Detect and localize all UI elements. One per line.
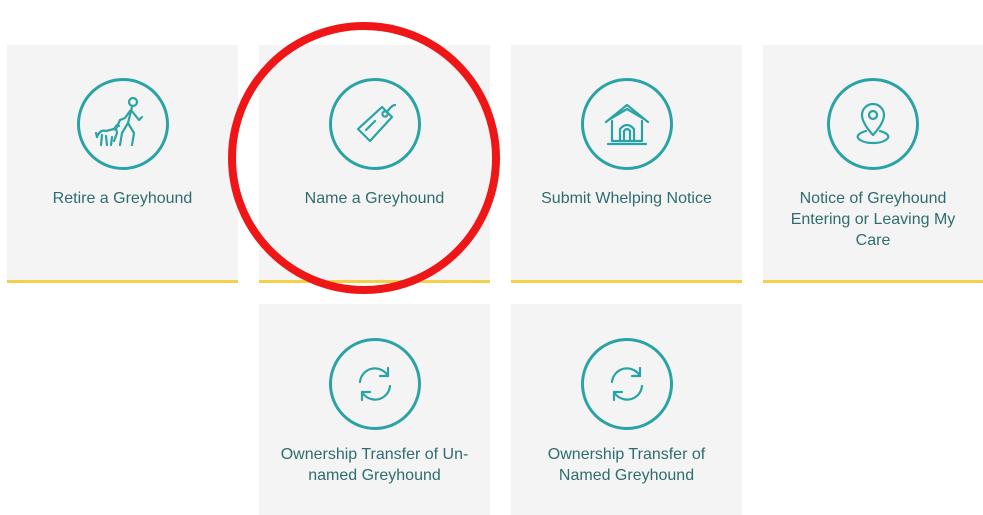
- service-tiles-page: Retire a Greyhound Name a Greyhound Subm…: [0, 0, 983, 515]
- tile-submit-whelping-notice[interactable]: Submit Whelping Notice: [511, 45, 742, 283]
- tile-label: Ownership Transfer of Un-named Greyhound: [280, 446, 469, 484]
- tile-label: Ownership Transfer of Named Greyhound: [547, 446, 706, 484]
- tile-transfer-unnamed-greyhound[interactable]: Ownership Transfer of Un-named Greyhound: [259, 304, 490, 515]
- tile-label: Notice of Greyhound Entering or Leaving …: [790, 190, 956, 249]
- tile-notice-entering-leaving-care[interactable]: Notice of Greyhound Entering or Leaving …: [763, 45, 983, 283]
- dog-house-icon: [580, 78, 673, 170]
- tile-retire-greyhound[interactable]: Retire a Greyhound: [7, 45, 238, 283]
- tile-transfer-named-greyhound[interactable]: Ownership Transfer of Named Greyhound: [511, 304, 742, 515]
- tile-label: Retire a Greyhound: [52, 190, 193, 207]
- tile-label: Submit Whelping Notice: [541, 190, 712, 207]
- refresh-icon: [580, 338, 673, 430]
- tile-name-greyhound[interactable]: Name a Greyhound: [259, 45, 490, 283]
- tile-label: Name a Greyhound: [304, 190, 445, 207]
- refresh-icon: [328, 338, 421, 430]
- tag-icon: [328, 78, 421, 170]
- dog-walker-icon: [76, 78, 169, 170]
- location-pin-icon: [827, 78, 919, 170]
